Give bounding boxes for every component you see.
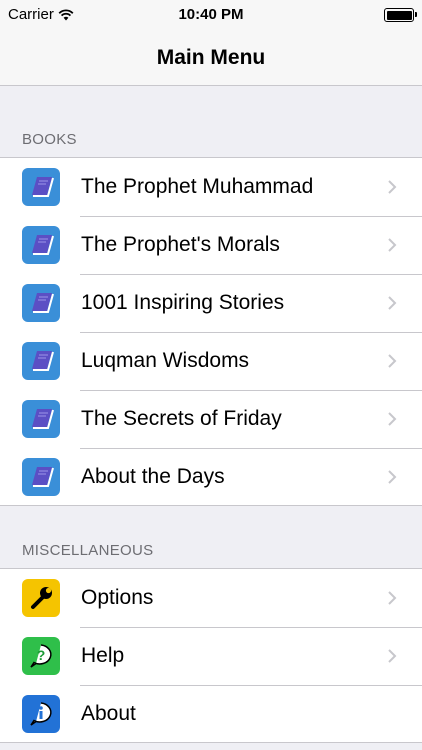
book-icon xyxy=(22,458,60,496)
menu-item-label: Help xyxy=(81,644,125,667)
chevron-right-icon xyxy=(388,591,397,605)
menu-item-help[interactable]: ? Help xyxy=(0,627,422,685)
section-header-miscellaneous: MISCELLANEOUS xyxy=(22,542,154,559)
menu-item-label: The Secrets of Friday xyxy=(81,407,282,430)
status-bar: Carrier 10:40 PM xyxy=(0,0,422,30)
wrench-icon xyxy=(22,579,60,617)
menu-item-label: About xyxy=(81,702,136,725)
section-header-books: BOOKS xyxy=(22,131,77,148)
question-icon: ? xyxy=(22,637,60,675)
menu-item-label: About the Days xyxy=(81,465,225,488)
books-list: The Prophet Muhammad The Prophet's Moral… xyxy=(0,157,422,506)
battery-icon xyxy=(384,8,417,22)
menu-item-about-the-days[interactable]: About the Days xyxy=(0,448,422,506)
svg-text:?: ? xyxy=(37,647,46,663)
page-title: Main Menu xyxy=(156,45,266,69)
menu-item-label: 1001 Inspiring Stories xyxy=(81,291,285,314)
menu-item-1001-inspiring-stories[interactable]: 1001 Inspiring Stories xyxy=(0,274,422,332)
book-icon xyxy=(22,226,60,264)
book-icon xyxy=(22,168,60,206)
menu-item-the-secrets-of-friday[interactable]: The Secrets of Friday xyxy=(0,390,422,448)
misc-list: Options ? Help About xyxy=(0,568,422,743)
menu-item-label: Options xyxy=(81,586,154,609)
chevron-right-icon xyxy=(388,238,397,252)
menu-item-label: Luqman Wisdoms xyxy=(81,349,250,372)
menu-item-about[interactable]: About xyxy=(0,685,422,743)
menu-item-the-prophets-morals[interactable]: The Prophet's Morals xyxy=(0,216,422,274)
navigation-bar: Main Menu xyxy=(0,30,422,86)
chevron-right-icon xyxy=(388,470,397,484)
book-icon xyxy=(22,342,60,380)
chevron-right-icon xyxy=(388,354,397,368)
chevron-right-icon xyxy=(388,649,397,663)
info-icon xyxy=(22,695,60,733)
book-icon xyxy=(22,400,60,438)
menu-item-luqman-wisdoms[interactable]: Luqman Wisdoms xyxy=(0,332,422,390)
menu-item-label: The Prophet Muhammad xyxy=(81,175,314,198)
status-time: 10:40 PM xyxy=(178,6,244,23)
menu-item-options[interactable]: Options xyxy=(0,569,422,627)
chevron-right-icon xyxy=(388,180,397,194)
menu-item-label: The Prophet's Morals xyxy=(81,233,280,256)
menu-item-the-prophet-muhammad[interactable]: The Prophet Muhammad xyxy=(0,158,422,216)
chevron-right-icon xyxy=(388,412,397,426)
book-icon xyxy=(22,284,60,322)
chevron-right-icon xyxy=(388,296,397,310)
